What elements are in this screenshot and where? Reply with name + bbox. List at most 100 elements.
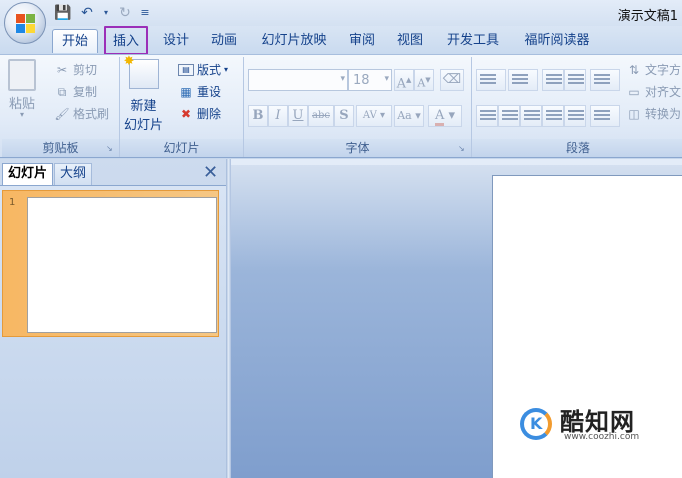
numbering-button[interactable] [508,69,538,91]
character-spacing-button[interactable]: AV ▾ [356,105,392,127]
selected-slide-thumbnail[interactable]: 1 [2,190,219,337]
chevron-down-icon: ▾ [224,65,229,74]
tab-slide-show[interactable]: 幻灯片放映 [256,29,332,53]
office-logo-icon [16,14,36,34]
chevron-down-icon: ▾ [384,74,389,84]
tab-insert[interactable]: 插入 [104,26,148,55]
shadow-button[interactable]: S [334,105,354,127]
bullets-icon [480,74,496,86]
save-icon[interactable]: 💾 [54,4,72,22]
new-slide-button[interactable]: ✸ 新建 幻灯片 [124,54,164,133]
increase-indent-icon [568,74,584,86]
change-case-button[interactable]: Aa ▾ [394,105,424,127]
align-text-button[interactable]: ▭ 对齐文 [626,83,681,100]
slide-number: 1 [9,197,16,208]
align-left-icon [480,110,496,122]
paragraph-group-label: 段落 [472,139,682,157]
cut-button[interactable]: ✂ 剪切 [54,61,97,78]
distributed-icon [568,110,584,122]
layout-button[interactable]: ▤ 版式 ▾ [178,61,228,78]
dialog-launcher-icon[interactable]: ↘ [106,144,115,153]
paste-button[interactable]: 粘贴 ▾ [8,59,36,119]
eraser-icon: ⌫ [442,72,462,87]
ribbon: 粘贴 ▾ ✂ 剪切 ⧉ 复制 🖌 格式刷 剪贴板 ↘ ✸ 新建 幻灯片 ▤ 版式 [0,54,682,158]
align-right-icon [524,110,540,122]
edit-area-top-border [231,159,682,165]
align-left-button[interactable] [476,105,498,127]
justify-button[interactable] [542,105,564,127]
copy-button[interactable]: ⧉ 复制 [54,83,97,100]
line-spacing-icon [594,74,610,86]
strikethrough-button[interactable]: abc [308,105,334,127]
font-color-button[interactable]: A ▾ [428,105,462,127]
slides-group-label: 幻灯片 [120,139,243,157]
text-direction-button[interactable]: ⇅ 文字方 [626,61,681,78]
bullets-button[interactable] [476,69,506,91]
align-right-button[interactable] [520,105,542,127]
undo-icon[interactable]: ↶ [78,4,96,22]
dialog-launcher-icon[interactable]: ↘ [458,144,467,153]
font-group-label: 字体 [244,139,471,157]
tab-home[interactable]: 开始 [52,29,98,53]
font-name-combo[interactable]: ▾ [248,69,348,91]
slides-outline-panel: 幻灯片 大纲 ✕ 1 [0,159,226,478]
delete-slide-button[interactable]: ✖ 删除 [178,105,221,122]
clipboard-group-label: 剪贴板 [2,139,119,157]
underline-button[interactable]: U [288,105,308,127]
slides-group: ✸ 新建 幻灯片 ▤ 版式 ▾ ▦ 重设 ✖ 删除 幻灯片 [120,54,244,157]
clipboard-icon [8,59,36,91]
italic-button[interactable]: I [268,105,288,127]
convert-smartart-button[interactable]: ◫ 转换为 [626,105,681,122]
tab-design[interactable]: 设计 [156,29,196,53]
document-title: 演示文稿1 [617,9,678,24]
reset-icon: ▦ [180,84,192,99]
decrease-indent-icon [546,74,562,86]
distributed-button[interactable] [564,105,586,127]
font-size-combo[interactable]: 18 ▾ [348,69,392,91]
redo-icon[interactable]: ↻ [116,4,134,22]
quick-access-toolbar: 💾 ↶ ▾ ↻ ≡ [54,3,150,23]
columns-button[interactable] [590,105,620,127]
clipboard-group: 粘贴 ▾ ✂ 剪切 ⧉ 复制 🖌 格式刷 剪贴板 ↘ [2,57,120,157]
undo-dropdown-icon[interactable]: ▾ [102,4,110,22]
brush-icon: 🖌 [54,106,70,121]
clear-formatting-button[interactable]: ⌫ [440,69,464,91]
shrink-font-button[interactable]: A▼ [414,69,434,91]
font-group: ▾ 18 ▾ A▲ A▼ ⌫ B I U abc S AV ▾ Aa ▾ A ▾… [244,57,472,157]
align-text-icon: ▭ [628,84,640,99]
customize-icon[interactable]: ≡ [140,4,150,22]
align-center-icon [502,110,518,122]
layout-icon: ▤ [178,63,194,76]
delete-icon: ✖ [180,106,192,121]
close-icon[interactable]: ✕ [203,162,218,183]
line-spacing-button[interactable] [590,69,620,91]
ribbon-tabs: 开始 插入 设计 动画 幻灯片放映 审阅 视图 开发工具 福昕阅读器 [0,26,682,55]
tab-outline[interactable]: 大纲 [54,163,93,185]
office-button[interactable] [4,2,46,44]
tab-slides[interactable]: 幻灯片 [2,163,54,185]
grow-font-button[interactable]: A▲ [394,69,414,91]
align-center-button[interactable] [498,105,520,127]
tab-foxit-reader[interactable]: 福昕阅读器 [516,29,598,53]
watermark: K 酷知网 www.coozhi.com [510,398,668,450]
watermark-url: www.coozhi.com [564,432,640,442]
increase-indent-button[interactable] [564,69,586,91]
title-bar: 💾 ↶ ▾ ↻ ≡ 演示文稿1 [0,0,682,26]
tab-view[interactable]: 视图 [390,29,430,53]
copy-icon: ⧉ [57,84,67,99]
decrease-indent-button[interactable] [542,69,564,91]
justify-icon [546,110,562,122]
tab-review[interactable]: 审阅 [342,29,382,53]
columns-icon [594,110,610,122]
format-painter-button[interactable]: 🖌 格式刷 [54,105,109,122]
slide-thumbnail-image[interactable] [27,197,217,333]
smartart-icon: ◫ [628,106,640,121]
scissors-icon: ✂ [56,62,68,77]
chevron-down-icon: ▾ [340,74,345,84]
bold-button[interactable]: B [248,105,268,127]
reset-button[interactable]: ▦ 重设 [178,83,221,100]
tab-animations[interactable]: 动画 [204,29,244,53]
coozhi-logo-icon: K [520,408,552,440]
tab-developer[interactable]: 开发工具 [440,29,506,53]
paragraph-group: ⇅ 文字方 ▭ 对齐文 ◫ 转换为 段落 [472,57,682,157]
